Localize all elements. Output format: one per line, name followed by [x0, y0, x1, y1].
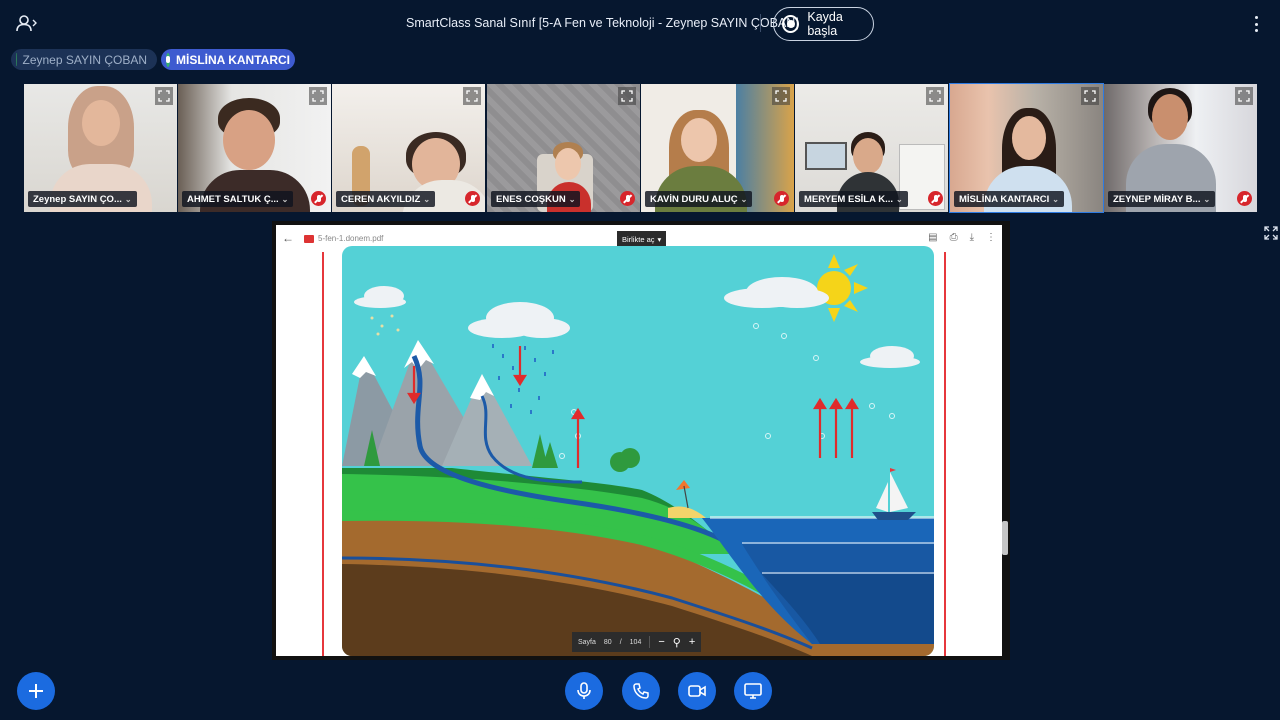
video-tile[interactable]: MERYEM ESİLA K... ⌄	[795, 84, 948, 212]
record-icon	[782, 15, 800, 33]
water-cycle-illustration	[342, 246, 934, 656]
microphone-button[interactable]	[565, 672, 603, 710]
speaker-pill-active[interactable]: MİSLİNA KANTARCI	[161, 49, 295, 70]
video-tile[interactable]: Zeynep SAYIN ÇO... ⌄	[24, 84, 177, 212]
fullscreen-icon[interactable]	[1262, 224, 1280, 242]
annotate-icon[interactable]: ▤	[928, 232, 937, 243]
speaker-name: MİSLİNA KANTARCI	[176, 52, 290, 67]
participant-name[interactable]: KAVİN DURU ALUÇ ⌄	[645, 191, 753, 207]
phone-icon	[633, 683, 649, 699]
pdf-viewer: ← 5-fen-1.donem.pdf Birlikte aç ▾ ▤ ⎙ ⤓ ⋮	[276, 225, 1002, 656]
video-tile[interactable]: CEREN AKYILDIZ ⌄	[332, 84, 485, 212]
video-camera-icon	[688, 685, 706, 697]
speaker-name: Zeynep SAYIN ÇOBAN	[22, 52, 148, 67]
download-icon[interactable]: ⤓	[970, 232, 974, 243]
chevron-down-icon: ⌄	[1052, 194, 1059, 204]
add-button[interactable]	[17, 672, 55, 710]
expand-icon[interactable]	[618, 87, 636, 105]
divider	[760, 14, 761, 32]
expand-icon[interactable]	[309, 87, 327, 105]
divider	[649, 636, 651, 648]
video-tile[interactable]: ENES COŞKUN ⌄	[487, 84, 640, 212]
print-icon[interactable]: ⎙	[950, 232, 958, 243]
participant-name[interactable]: MİSLİNA KANTARCI ⌄	[954, 191, 1064, 207]
microphone-icon	[577, 682, 591, 699]
plus-icon	[29, 684, 43, 698]
page-separator: /	[619, 638, 622, 646]
microphone-muted-icon	[465, 191, 480, 206]
total-pages: 104	[629, 638, 642, 646]
class-title: SmartClass Sanal Sınıf [5-A Fen ve Tekno…	[406, 16, 799, 30]
leave-call-button[interactable]	[622, 672, 660, 710]
speaker-pill[interactable]: Zeynep SAYIN ÇOBAN	[11, 49, 157, 70]
microphone-muted-icon	[928, 191, 943, 206]
caret-down-icon: ▾	[657, 234, 662, 244]
video-tile[interactable]: KAVİN DURU ALUÇ ⌄	[641, 84, 794, 212]
chevron-down-icon: ⌄	[896, 194, 903, 204]
video-tile-active[interactable]: MİSLİNA KANTARCI ⌄	[949, 83, 1104, 213]
pdf-file-name: 5-fen-1.donem.pdf	[304, 234, 383, 243]
expand-icon[interactable]	[772, 87, 790, 105]
shared-screen: ← 5-fen-1.donem.pdf Birlikte aç ▾ ▤ ⎙ ⤓ ⋮	[272, 221, 1010, 660]
video-tile[interactable]: ZEYNEP MİRAY B... ⌄	[1104, 84, 1257, 212]
zoom-out-icon[interactable]: −	[658, 636, 664, 648]
users-icon	[16, 15, 37, 32]
microphone-muted-icon	[620, 191, 635, 206]
participant-name[interactable]: Zeynep SAYIN ÇO... ⌄	[28, 191, 137, 207]
participant-name[interactable]: ZEYNEP MİRAY B... ⌄	[1108, 191, 1216, 207]
chevron-down-icon: ⌄	[1203, 194, 1211, 204]
microphone-muted-icon	[774, 191, 789, 206]
record-label: Kayda başla	[807, 10, 843, 38]
participant-name[interactable]: ENES COŞKUN ⌄	[491, 191, 581, 207]
zoom-in-icon[interactable]: +	[689, 636, 695, 648]
expand-icon[interactable]	[1081, 87, 1099, 105]
current-page[interactable]: 80	[604, 639, 612, 646]
expand-icon[interactable]	[926, 87, 944, 105]
microphone-icon	[166, 52, 170, 67]
chevron-down-icon: ⌄	[281, 194, 289, 204]
monitor-icon	[744, 683, 762, 699]
page-margin-line	[944, 252, 946, 656]
open-with-button[interactable]: Birlikte aç ▾	[617, 231, 667, 247]
microphone-muted-icon	[311, 191, 326, 206]
page-label: Sayfa	[578, 638, 596, 646]
participant-name[interactable]: MERYEM ESİLA K... ⌄	[799, 191, 908, 207]
record-button[interactable]: Kayda başla	[773, 7, 874, 41]
participants-toggle-button[interactable]	[14, 12, 40, 34]
back-arrow-icon[interactable]: ←	[282, 231, 294, 245]
chevron-down-icon: ⌄	[423, 194, 431, 204]
more-vertical-icon[interactable]: ⋮	[986, 232, 996, 243]
chevron-down-icon: ⌄	[740, 194, 748, 204]
video-tile[interactable]: AHMET SALTUK Ç... ⌄	[178, 84, 331, 212]
expand-icon[interactable]	[1235, 87, 1253, 105]
page-margin-line	[322, 252, 324, 656]
participant-name[interactable]: CEREN AKYILDIZ ⌄	[336, 191, 436, 207]
more-options-icon[interactable]	[1248, 14, 1264, 34]
screen-share-button[interactable]	[734, 672, 772, 710]
camera-button[interactable]	[678, 672, 716, 710]
expand-icon[interactable]	[155, 87, 173, 105]
zoom-icon[interactable]: ⚲	[673, 636, 681, 649]
expand-icon[interactable]	[463, 87, 481, 105]
scrollbar[interactable]	[1002, 521, 1008, 555]
top-bar: SmartClass Sanal Sınıf [5-A Fen ve Tekno…	[0, 0, 1280, 46]
pdf-tools: ▤ ⎙ ⤓ ⋮	[928, 232, 996, 243]
avatar	[16, 53, 17, 66]
chevron-down-icon: ⌄	[124, 194, 132, 204]
pdf-pager: Sayfa 80 / 104 − ⚲ +	[572, 632, 702, 652]
chevron-down-icon: ⌄	[568, 194, 576, 204]
participant-name[interactable]: AHMET SALTUK Ç... ⌄	[182, 191, 294, 207]
microphone-muted-icon	[1237, 191, 1252, 206]
pdf-icon	[304, 234, 314, 243]
